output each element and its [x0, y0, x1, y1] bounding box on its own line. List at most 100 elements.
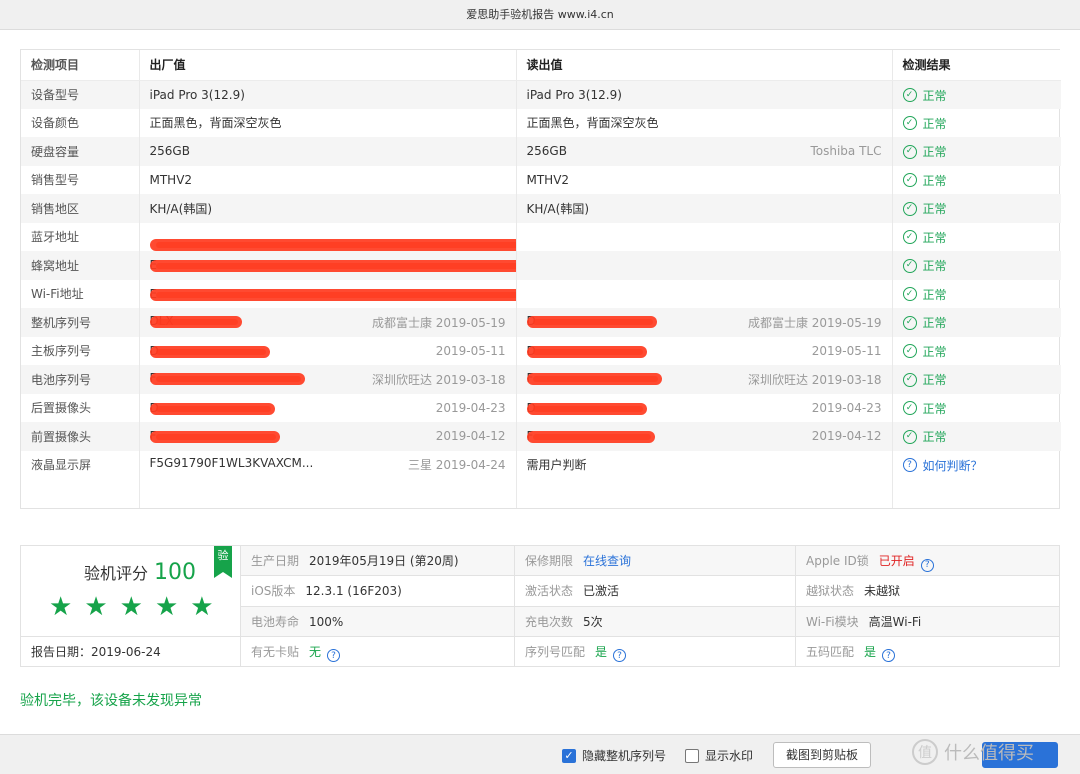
wifi-value: 高温Wi-Fi: [868, 614, 922, 629]
empty-cell: [21, 479, 140, 508]
table-row: 硬盘容量 256GB 256GB Toshiba TLC ✓ 正常: [21, 137, 1061, 166]
redaction-mark: [526, 401, 647, 415]
help-icon[interactable]: ?: [327, 649, 341, 663]
sim-cell: 有无卡贴无?: [241, 637, 514, 667]
copy-screenshot-button[interactable]: 截图到剪贴板: [773, 742, 871, 768]
battery-cell: 电池寿命 100%: [241, 606, 514, 637]
row-item-label: 后置摄像头: [21, 393, 140, 422]
star-icon: ★: [84, 592, 108, 622]
result-cell: ✓ 正常: [892, 194, 1061, 223]
table-row: 设备颜色 正面黑色，背面深空灰色 正面黑色，背面深空灰色 ✓ 正常: [21, 108, 1061, 137]
factory-value-cell: iPad Pro 3(12.9): [139, 80, 517, 109]
serial-match-value: 是: [595, 644, 608, 659]
read-value-cell: F2019-04-12: [516, 422, 893, 451]
factory-value-cell: F深圳欣旺达 2019-03-18: [139, 365, 517, 394]
read-value: 正面黑色，背面深空灰色: [526, 116, 659, 131]
sim-label: 有无卡贴: [251, 644, 300, 659]
factory-value-cell: KH/A(韩国): [139, 194, 517, 223]
star-icon: ★: [154, 592, 179, 622]
score-label: 验机评分: [84, 564, 149, 583]
redaction-mark: [149, 287, 515, 301]
row-item-label: 液晶显示屏: [21, 450, 140, 479]
table-row: 销售型号 MTHV2 MTHV2 ✓ 正常: [21, 165, 1061, 194]
table-row: 设备型号 iPad Pro 3(12.9) iPad Pro 3(12.9) ✓ 正常: [21, 80, 1061, 109]
result-cell: ✓ 正常: [892, 394, 1061, 423]
result-normal: ✓ 正常: [902, 257, 947, 274]
result-text: 正常: [922, 259, 947, 274]
battery-label: 电池寿命: [251, 614, 300, 629]
warranty-link[interactable]: 在线查询: [583, 554, 631, 568]
factory-value-cell: D2019-05-11: [139, 336, 517, 365]
redaction-mark: [526, 314, 657, 328]
star-icon: ★: [49, 592, 73, 622]
result-text: 正常: [922, 287, 947, 302]
row-item-label: 蜂窝地址: [21, 251, 140, 280]
question-circle-icon: ?: [902, 458, 917, 472]
row-item-label: 销售型号: [21, 165, 140, 194]
ios-label: iOS版本: [251, 584, 296, 599]
result-text: 如何判断？: [922, 458, 983, 473]
check-circle-icon: ✓: [902, 372, 917, 387]
charge-cell: 充电次数 5次: [514, 606, 795, 637]
read-value-cell: iPad Pro 3(12.9): [516, 80, 893, 109]
result-cell: ✓ 正常: [892, 365, 1061, 394]
check-circle-icon: ✓: [902, 116, 917, 131]
result-text: 正常: [922, 344, 947, 359]
factory-value: F5G91790F1WL3KVAXCM...: [149, 456, 314, 471]
star-icon: ★: [119, 592, 143, 622]
report-date: 报告日期：2019-06-24: [21, 637, 241, 667]
activation-label: 激活状态: [525, 584, 574, 599]
redaction-stroke: [155, 263, 515, 270]
result-text: 正常: [922, 202, 947, 217]
redaction-stroke: [155, 434, 276, 441]
factory-value-cell: E: [139, 279, 517, 308]
redaction-mark: [526, 344, 647, 358]
prod-date-value: 2019年05月19日 (第20周): [309, 554, 459, 568]
row-item-label: 整机序列号: [21, 308, 140, 337]
header-result: 检测结果: [892, 50, 1061, 81]
how-to-judge-link[interactable]: ? 如何判断？: [902, 457, 983, 474]
warranty-label: 保修期限: [525, 554, 574, 568]
empty-cell: [139, 479, 517, 508]
result-text: 正常: [922, 230, 947, 245]
read-value: KH/A(韩国): [526, 201, 590, 216]
table-row: 后置摄像头D2019-04-23D2019-04-23✓正常: [21, 393, 1061, 423]
result-normal: ✓ 正常: [902, 428, 947, 445]
table-row: 前置摄像头F2019-04-12F2019-04-12✓正常: [21, 422, 1061, 451]
checkbox-checked-icon[interactable]: ✓: [562, 748, 576, 763]
row-item-label: 销售地区: [21, 194, 140, 223]
redaction-stroke: [532, 405, 643, 412]
result-text: 正常: [922, 316, 947, 331]
watermark-checkbox[interactable]: 显示水印: [685, 747, 753, 764]
row-item-label: Wi-Fi地址: [21, 279, 140, 308]
prod-date-cell: 生产日期 2019年05月19日 (第20周): [241, 546, 514, 577]
table-row: 销售地区 KH/A(韩国) KH/A(韩国) ✓ 正常: [21, 194, 1061, 223]
check-complete-message: 验机完毕，该设备未发现异常: [20, 693, 202, 709]
help-icon[interactable]: ?: [613, 649, 627, 663]
redaction-mark: [149, 371, 305, 385]
check-circle-icon: ✓: [902, 315, 917, 330]
help-icon[interactable]: ?: [920, 558, 934, 572]
result-cell: ✓ 正常: [892, 337, 1061, 366]
factory-value: 正面黑色，背面深空灰色: [149, 116, 282, 131]
summary-panel: 验机评分 100 验 ★ ★ ★ ★ ★ 报告日期：2019-06-24 生产日期 2019…: [20, 545, 1060, 667]
window-title: 爱思助手验机报告 www.i4.cn: [0, 0, 1080, 30]
read-value-cell: 正面黑色，背面深空灰色: [516, 108, 893, 137]
result-normal: ✓ 正常: [902, 314, 947, 331]
report-table: 检测项目 出厂值 读出值 检测结果 设备型号 iPad Pro 3(12.9) iP…: [21, 50, 1061, 508]
hide-serial-checkbox[interactable]: ✓ 隐藏整机序列号: [562, 747, 666, 764]
checkbox-unchecked-icon[interactable]: [685, 748, 699, 763]
row-item-label: 主板序列号: [21, 336, 140, 365]
read-note: 2019-05-11: [811, 343, 882, 358]
table-row: Wi-Fi地址E ✓ 正常: [21, 279, 1061, 308]
score-value: 100: [154, 560, 197, 585]
jailbreak-label: 越狱状态: [806, 584, 855, 599]
read-value-cell: [516, 222, 893, 251]
read-value-cell: 需用户判断: [516, 450, 893, 479]
factory-value-cell: 256GB: [139, 137, 517, 166]
help-icon[interactable]: ?: [882, 649, 896, 663]
factory-value-cell: MTHV2: [139, 165, 517, 194]
table-row: 主板序列号D2019-05-11D2019-05-11✓正常: [21, 336, 1061, 366]
result-normal: ✓ 正常: [902, 343, 947, 360]
activation-value: 已激活: [583, 584, 620, 599]
